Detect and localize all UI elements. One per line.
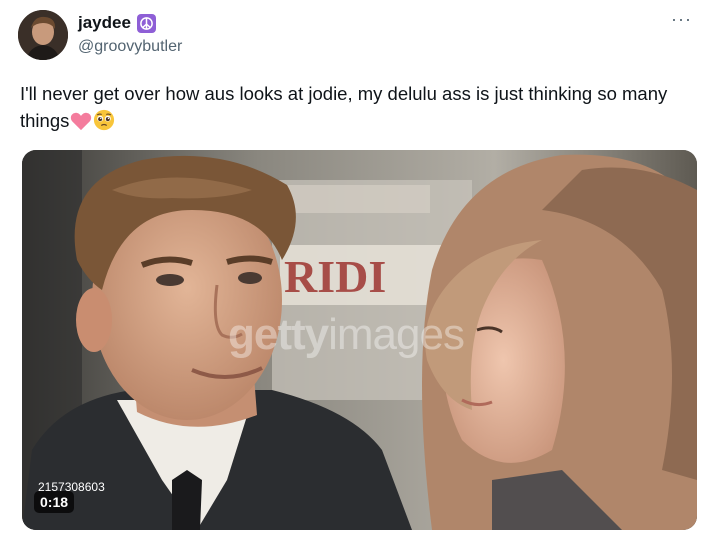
display-name[interactable]: jaydee [78,13,131,33]
peace-sign-icon [136,13,156,33]
pink-heart-icon [70,111,92,138]
watermark-part-2: images [328,310,465,359]
tweet-header: jaydee @groovybutler ··· [18,10,698,62]
pleading-face-icon [93,109,115,138]
getty-watermark: gettyimages [228,310,465,360]
user-handle[interactable]: @groovybutler [78,38,182,56]
watermark-part-1: getty [228,310,329,359]
avatar[interactable] [18,10,68,60]
background-sign-text: RIDI [284,251,386,302]
tweet-body: I'll never get over how aus looks at jod… [20,83,668,131]
tweet-text: I'll never get over how aus looks at jod… [20,80,696,138]
video-player[interactable]: RIDI gettyimages 2157308603 0:18 [22,150,697,530]
more-options-icon[interactable]: ··· [671,10,692,28]
video-duration-badge: 0:18 [34,491,75,513]
